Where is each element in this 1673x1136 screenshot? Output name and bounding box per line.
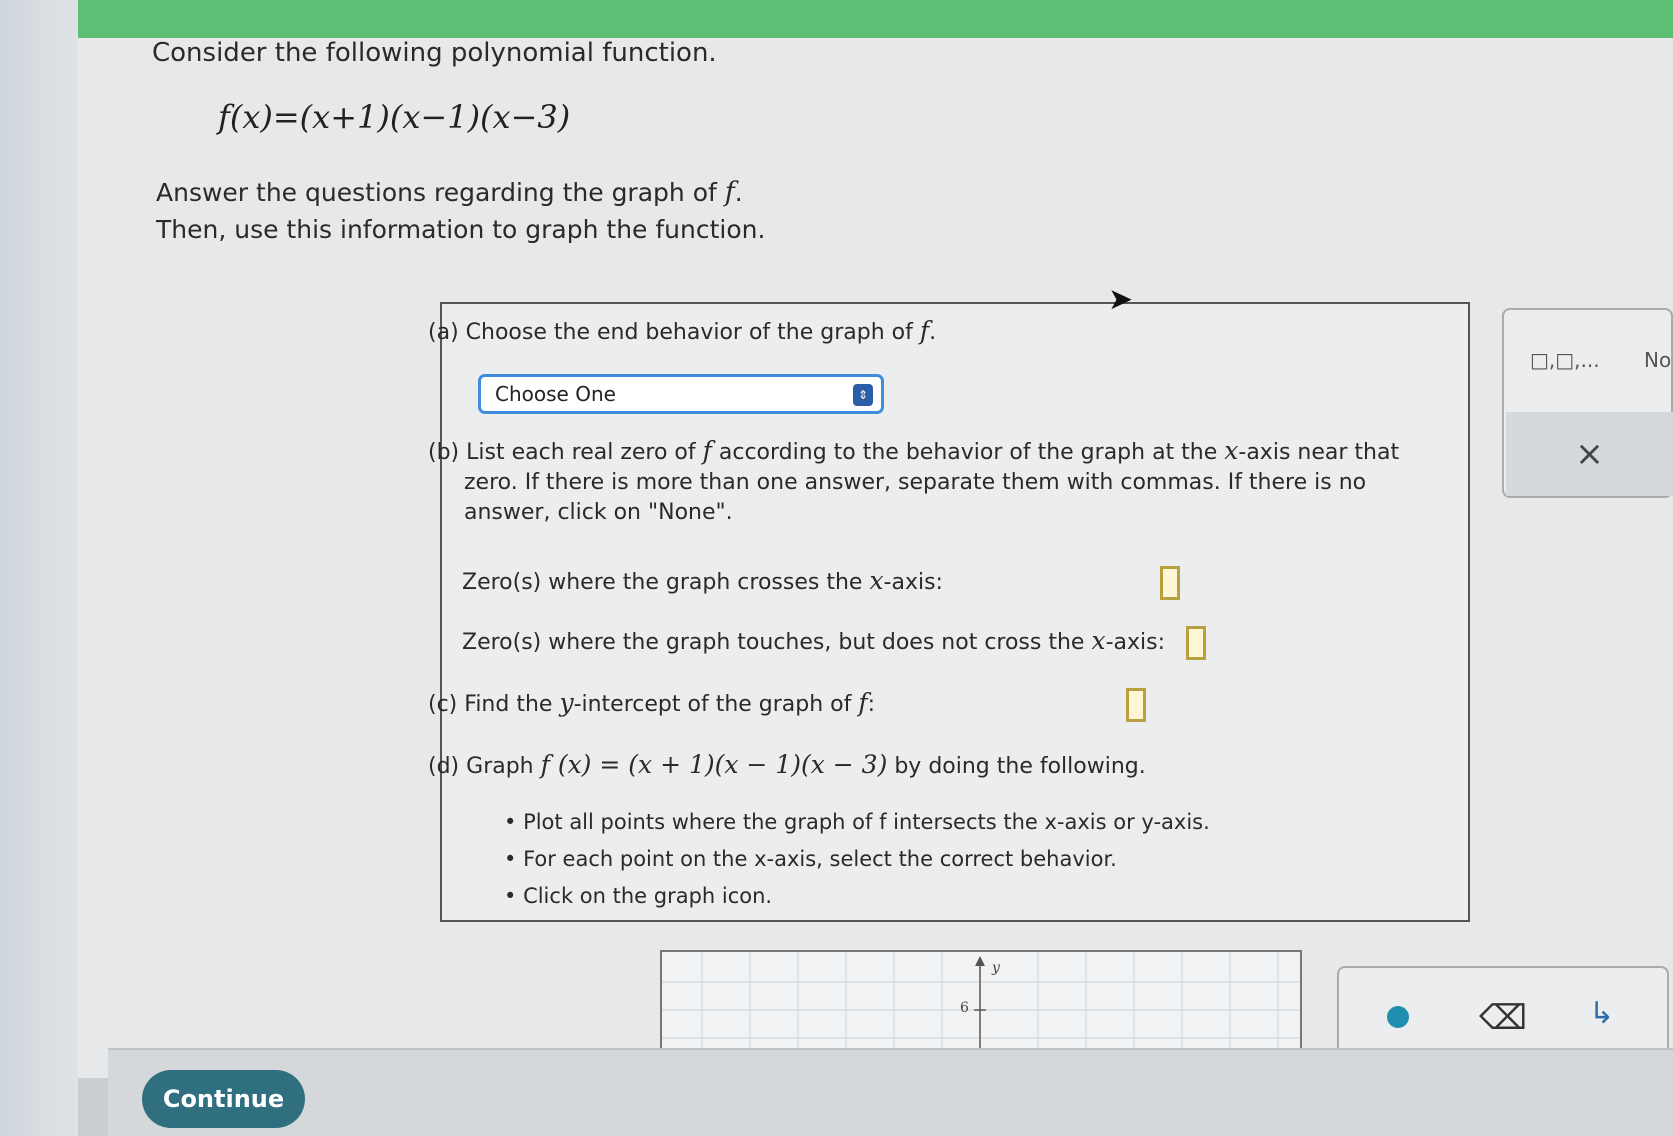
mouse-cursor-icon: ➤	[1108, 282, 1134, 317]
top-bar	[78, 0, 1673, 38]
instructions-line1-text: Answer the questions regarding the graph…	[156, 178, 725, 207]
clear-button[interactable]: ×	[1506, 412, 1673, 496]
none-button[interactable]: No	[1644, 348, 1671, 372]
close-icon: ×	[1575, 434, 1604, 474]
problem-prompt: Consider the following polynomial functi…	[152, 38, 717, 68]
instructions: Answer the questions regarding the graph…	[156, 174, 765, 248]
question-a: (a) Choose the end behavior of the graph…	[428, 316, 936, 345]
question-c-var: f	[858, 688, 868, 717]
touches-suffix: -axis:	[1105, 630, 1165, 655]
function-formula: f(x)=(x+1)(x−1)(x−3)	[218, 98, 571, 136]
question-c-mid: -intercept of the graph of	[573, 692, 859, 717]
question-a-label: (a)	[428, 320, 459, 345]
question-d-formula: f (x) = (x + 1)(x − 1)(x − 3)	[540, 750, 888, 779]
question-c-axis: y	[559, 688, 574, 717]
question-c-label: (c)	[428, 692, 458, 717]
crosses-suffix: -axis:	[883, 570, 943, 595]
touches-label: Zero(s) where the graph touches, but doe…	[462, 626, 1165, 655]
question-b-line1: (b) List each real zero of f according t…	[428, 436, 1428, 468]
question-b-line1-prefix: List each real zero of	[466, 440, 703, 465]
y-axis-arrow-icon	[975, 956, 985, 966]
y-tick-label: 6	[960, 1000, 969, 1016]
list-template-button[interactable]: □,□,...	[1530, 348, 1600, 372]
bullet-item: Click on the graph icon.	[504, 878, 1210, 915]
crosses-answer-input[interactable]	[1160, 566, 1180, 600]
point-tool-icon[interactable]	[1387, 1006, 1409, 1028]
question-a-suffix: .	[929, 320, 937, 345]
crosses-label: Zero(s) where the graph crosses the x-ax…	[462, 566, 943, 595]
curve-tool-icon[interactable]: ↳	[1589, 996, 1614, 1031]
crosses-axis: x	[869, 566, 884, 595]
continue-button[interactable]: Continue	[142, 1070, 305, 1128]
instructions-line2: Then, use this information to graph the …	[156, 215, 766, 244]
touches-axis: x	[1091, 626, 1106, 655]
eraser-icon[interactable]: ⌫	[1479, 998, 1527, 1038]
question-a-text: Choose the end behavior of the graph of	[465, 320, 920, 345]
question-c-prefix: Find the	[464, 692, 560, 717]
question-d-suffix: by doing the following.	[887, 754, 1146, 779]
y-intercept-answer-input[interactable]	[1126, 688, 1146, 722]
bullet-item: Plot all points where the graph of f int…	[504, 804, 1210, 841]
question-box: (a) Choose the end behavior of the graph…	[428, 302, 1470, 922]
screen-bezel	[0, 0, 78, 1136]
question-d-bullets: Plot all points where the graph of f int…	[504, 804, 1210, 915]
instructions-line1: Answer the questions regarding the graph…	[156, 174, 765, 211]
touches-prefix: Zero(s) where the graph touches, but doe…	[462, 630, 1092, 655]
question-d: (d) Graph f (x) = (x + 1)(x − 1)(x − 3) …	[428, 750, 1146, 779]
question-c-suffix: :	[867, 692, 876, 717]
question-b-line1-suffix: -axis near that	[1238, 440, 1400, 465]
question-b-line1-axis: x	[1224, 436, 1239, 465]
y-axis-label: y	[992, 960, 1000, 976]
select-arrows-icon: ⇕	[853, 384, 873, 406]
crosses-prefix: Zero(s) where the graph crosses the	[462, 570, 870, 595]
question-b-line1-mid: according to the behavior of the graph a…	[711, 440, 1225, 465]
question-b-line3: answer, click on "None".	[464, 500, 733, 525]
touches-answer-input[interactable]	[1186, 626, 1206, 660]
end-behavior-select-value: Choose One	[495, 382, 616, 406]
question-d-prefix: Graph	[466, 754, 541, 779]
bullet-item: For each point on the x-axis, select the…	[504, 841, 1210, 878]
question-c: (c) Find the y-intercept of the graph of…	[428, 688, 875, 717]
end-behavior-select[interactable]: Choose One ⇕	[478, 374, 884, 414]
question-d-label: (d)	[428, 754, 460, 779]
question-a-var: f	[919, 316, 930, 345]
question-b: (b) List each real zero of f according t…	[428, 436, 1428, 528]
question-b-line2: zero. If there is more than one answer, …	[464, 470, 1367, 495]
footer-bar	[108, 1048, 1673, 1136]
instructions-line1-suffix: .	[734, 178, 743, 207]
question-b-label: (b)	[428, 440, 460, 465]
answer-keypad-panel: □,□,... No ×	[1502, 308, 1673, 498]
question-b-line1-var: f	[702, 436, 712, 465]
instructions-line1-var: f	[724, 177, 735, 208]
